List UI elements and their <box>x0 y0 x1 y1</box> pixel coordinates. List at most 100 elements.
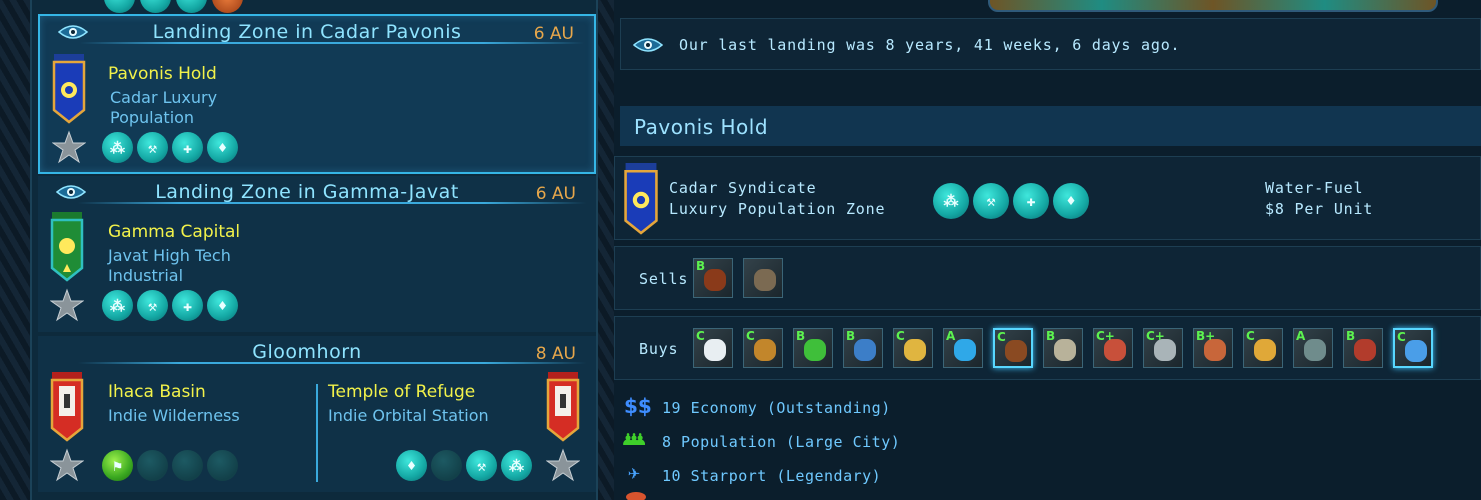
star-icon[interactable] <box>50 448 84 482</box>
crystal-icon: ♦ <box>207 290 238 321</box>
leather-icon[interactable]: C <box>993 328 1033 368</box>
grade-label: C <box>696 329 705 343</box>
faction-banner-icon <box>50 212 84 282</box>
goods-art <box>1354 339 1376 361</box>
planet-title: Pavonis Hold <box>634 115 769 139</box>
grade-label: C <box>746 329 755 343</box>
goods-art <box>704 269 726 291</box>
sells-box: Sells B <box>614 246 1481 310</box>
zone-type: Luxury Population Zone <box>669 200 886 218</box>
crystal-icon: ♦ <box>396 450 427 481</box>
wrench-icon: ⚒ <box>137 290 168 321</box>
buys-box: Buys C C B B C A C B C+ C+ B+ C A B C <box>614 316 1481 380</box>
dollar-icon: $$ <box>624 394 652 418</box>
top-frame-ornament <box>988 0 1438 12</box>
zone-distance: 6 AU <box>533 24 574 44</box>
planet-name: Pavonis Hold <box>108 64 217 84</box>
zone-card-gloomhorn[interactable]: Gloomhorn 8 AU Ihaca Basin Indie Wildern… <box>38 336 596 492</box>
goods-art <box>1304 339 1326 361</box>
economy-text: 19 Economy (Outstanding) <box>662 399 891 417</box>
wheat-icon[interactable]: C <box>893 328 933 368</box>
wrench-icon: ⚒ <box>973 183 1009 219</box>
planet-desc-line1: Cadar Luxury <box>110 88 218 107</box>
plant-icon[interactable]: B <box>793 328 833 368</box>
grade-label: B <box>796 329 806 343</box>
grade-label: B <box>696 259 706 273</box>
robot-icon[interactable]: A <box>1293 328 1333 368</box>
empty-slot-icon <box>172 450 203 481</box>
zone-title: Landing Zone in Gamma-Javat <box>155 181 459 203</box>
eye-icon <box>633 38 663 52</box>
star-icon[interactable] <box>52 130 86 164</box>
eye-icon[interactable] <box>56 184 86 200</box>
empty-slot-icon <box>137 450 168 481</box>
food-icon[interactable]: B <box>693 258 733 298</box>
sells-label: Sells <box>639 270 689 288</box>
planet-name: Gamma Capital <box>108 222 241 242</box>
stat-population: ♟♟♟ 8 Population (Large City) <box>622 426 1122 454</box>
grade-label: B <box>846 329 856 343</box>
fuel-type: Water-Fuel <box>1265 179 1364 197</box>
planet-desc-left: Indie Wilderness <box>108 406 240 425</box>
planet-desc-line2: Population <box>110 108 195 127</box>
grade-label: A <box>1296 329 1306 343</box>
starport-text: 10 Starport (Legendary) <box>662 467 882 485</box>
bandage-icon: ✚ <box>172 290 203 321</box>
divider <box>78 362 586 364</box>
crystal-icon: ♦ <box>1053 183 1089 219</box>
pilot-icon[interactable]: C <box>743 328 783 368</box>
zone-distance: 8 AU <box>535 344 576 364</box>
faction-banner-icon <box>546 372 580 442</box>
goods-art <box>904 339 926 361</box>
grade-label: C <box>997 330 1006 344</box>
meat-icon[interactable]: C+ <box>1093 328 1133 368</box>
stat-starport: ✈ 10 Starport (Legendary) <box>622 460 1122 488</box>
stat-economy: $$ 19 Economy (Outstanding) <box>622 394 1122 420</box>
faction-banner-icon <box>624 163 658 235</box>
people-icon: ♟♟♟ <box>622 426 646 450</box>
goods-art <box>1254 339 1276 361</box>
eye-icon[interactable] <box>58 24 88 40</box>
mineral-icon[interactable]: B <box>1043 328 1083 368</box>
population-text: 8 Population (Large City) <box>662 433 901 451</box>
planet-desc-line2: Industrial <box>108 266 184 285</box>
produce-icon[interactable]: B+ <box>1193 328 1233 368</box>
crystal-icon: ♦ <box>207 132 238 163</box>
three-dots-icon: ⁂ <box>933 183 969 219</box>
zone-card-gamma-javat[interactable]: Landing Zone in Gamma-Javat 6 AU Gamma C… <box>38 176 596 332</box>
planet-desc-right: Indie Orbital Station <box>328 406 489 425</box>
atom-icon[interactable]: A <box>943 328 983 368</box>
flag-icon: ⚑ <box>102 450 133 481</box>
tech-icon[interactable]: B <box>843 328 883 368</box>
planet-detail-panel: Our last landing was 8 years, 41 weeks, … <box>614 0 1481 500</box>
planet-title-bar: Pavonis Hold <box>620 106 1481 146</box>
star-icon[interactable] <box>50 288 84 322</box>
hex-border-left <box>0 0 30 500</box>
planet-name-left: Ihaca Basin <box>108 382 206 402</box>
orb-icon[interactable]: C <box>1393 328 1433 368</box>
next-stat-icon <box>626 492 646 500</box>
planet-desc-line1: Javat High Tech <box>108 246 231 265</box>
zone-title: Gloomhorn <box>252 341 362 363</box>
zone-card-cadar-pavonis[interactable]: Landing Zone in Cadar Pavonis 6 AU Pavon… <box>38 14 596 174</box>
chemical-icon[interactable]: C <box>1243 328 1283 368</box>
goods-art <box>754 339 776 361</box>
goods-art <box>704 339 726 361</box>
landing-zone-list[interactable]: Landing Zone in Cadar Pavonis 6 AU Pavon… <box>30 0 598 500</box>
goods-art <box>854 339 876 361</box>
grade-label: C <box>1397 330 1406 344</box>
goods-art <box>1005 340 1027 362</box>
empty-slot-icon <box>431 450 462 481</box>
scrap-icon[interactable] <box>743 258 783 298</box>
drink-icon[interactable]: B <box>1343 328 1383 368</box>
faction-banner-icon <box>52 54 86 124</box>
goods-art <box>954 339 976 361</box>
planet-name-right: Temple of Refuge <box>328 382 476 402</box>
machine-icon[interactable]: C+ <box>1143 328 1183 368</box>
star-icon[interactable] <box>546 448 580 482</box>
medkit-icon[interactable]: C <box>693 328 733 368</box>
grade-label: C+ <box>1146 329 1165 343</box>
grade-label: B <box>1346 329 1356 343</box>
zone-distance: 6 AU <box>535 184 576 204</box>
grade-label: C <box>1246 329 1255 343</box>
